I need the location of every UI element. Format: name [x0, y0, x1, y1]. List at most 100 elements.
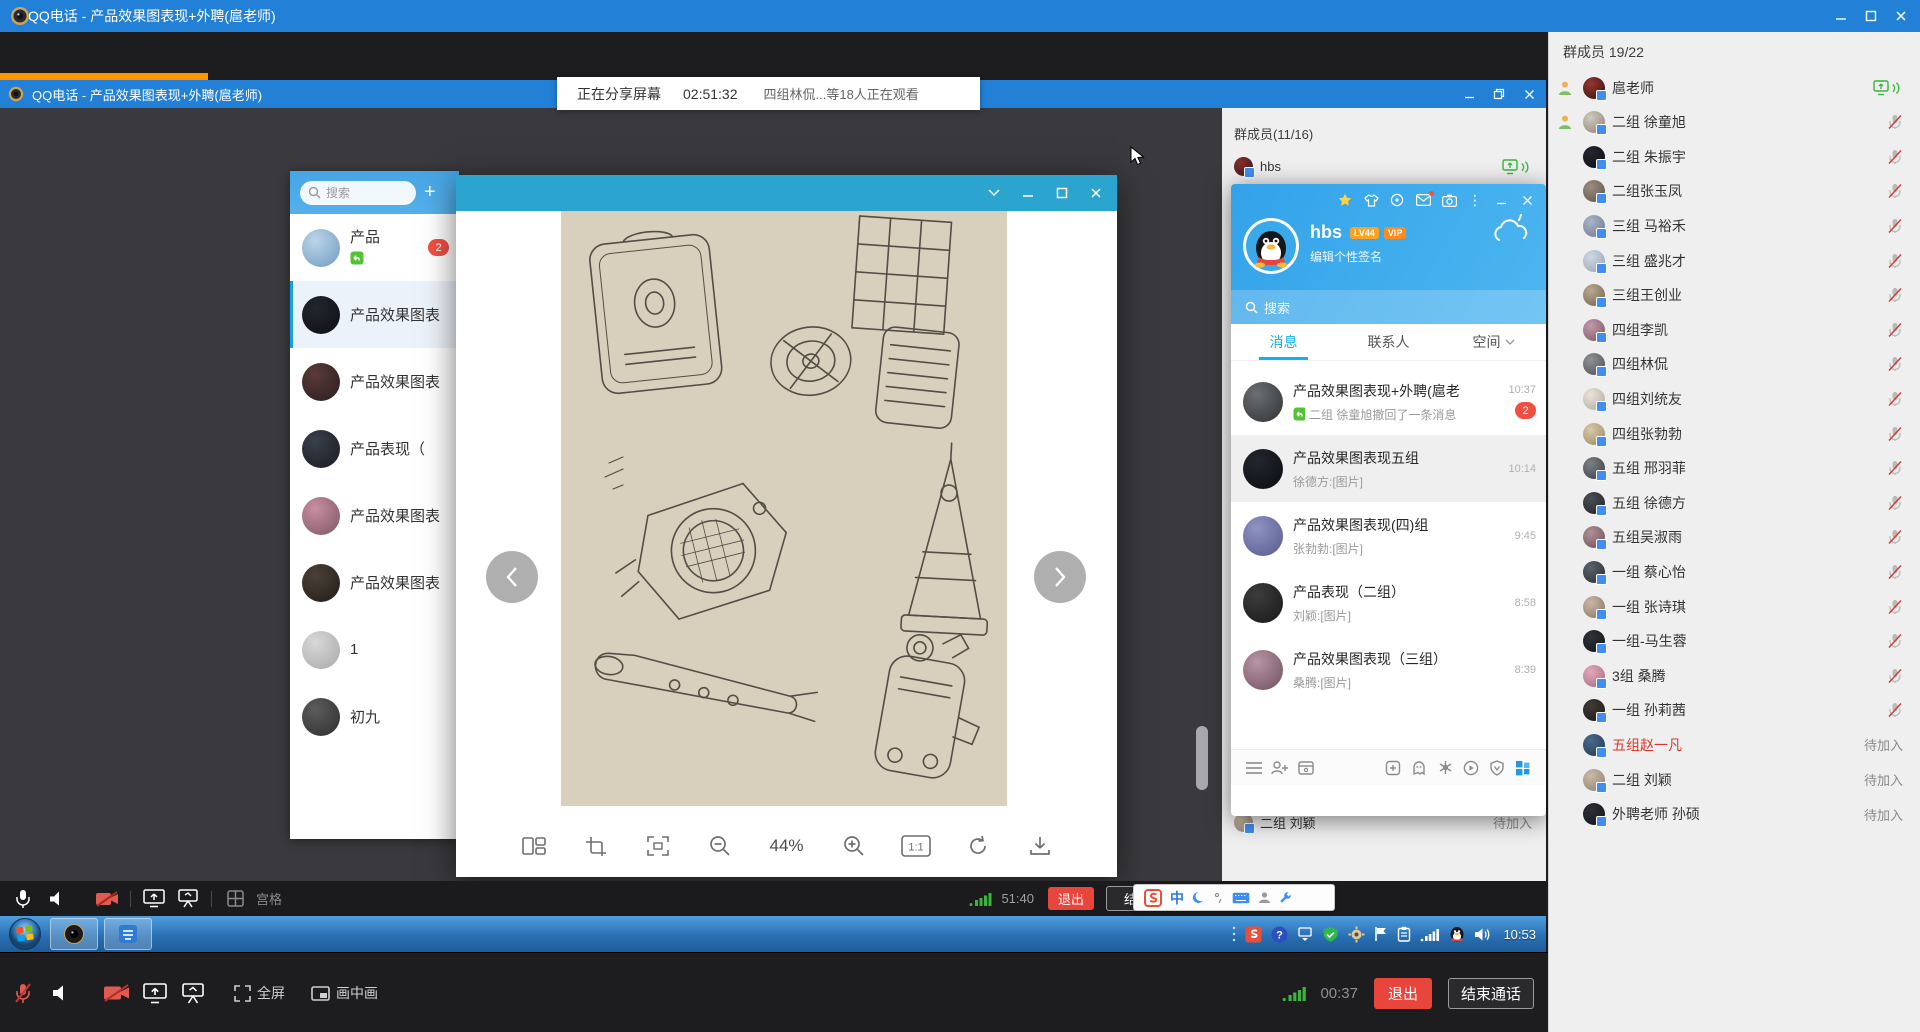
- screenshot-icon[interactable]: [573, 826, 619, 866]
- avatar[interactable]: [1583, 561, 1605, 583]
- avatar[interactable]: [302, 497, 340, 535]
- member-row[interactable]: 外聘老师 孙硕待加入: [1549, 797, 1920, 832]
- avatar[interactable]: [1583, 526, 1605, 548]
- member-row[interactable]: 一组 张诗琪: [1549, 589, 1920, 624]
- member-row[interactable]: 五组吴淑雨: [1549, 520, 1920, 555]
- avatar[interactable]: [302, 229, 340, 267]
- member-row[interactable]: 四组林侃: [1549, 347, 1920, 382]
- tab-messages[interactable]: 消息: [1231, 324, 1336, 360]
- add-friend-icon[interactable]: [1267, 755, 1293, 781]
- tray-volume-icon[interactable]: [1474, 927, 1491, 942]
- member-row[interactable]: 扈老师: [1549, 70, 1920, 105]
- presenter-icon[interactable]: [174, 976, 212, 1010]
- download-icon[interactable]: [1017, 826, 1063, 866]
- inner-exit-button[interactable]: 退出: [1048, 887, 1094, 910]
- camera-off-icon[interactable]: [98, 976, 136, 1010]
- avatar[interactable]: [1583, 699, 1605, 721]
- chat-list-item[interactable]: 产品表现（: [290, 415, 459, 482]
- layout-grid-icon[interactable]: [511, 826, 557, 866]
- avatar[interactable]: [1583, 457, 1605, 479]
- tray-qq-penguin-icon[interactable]: [1449, 926, 1465, 943]
- zoom-in-icon[interactable]: [831, 826, 877, 866]
- start-button[interactable]: [6, 917, 44, 951]
- tray-window-icon[interactable]: [1297, 926, 1313, 943]
- member-row[interactable]: 二组张玉凤: [1549, 174, 1920, 209]
- exit-button[interactable]: 退出: [1374, 978, 1432, 1009]
- member-row[interactable]: 五组赵一凡待加入: [1549, 727, 1920, 762]
- avatar[interactable]: [1234, 157, 1253, 176]
- avatar[interactable]: [1583, 423, 1605, 445]
- restore-button[interactable]: [1484, 83, 1514, 105]
- more-menu-icon[interactable]: ⋮: [1462, 190, 1488, 210]
- minimize-button[interactable]: [1454, 83, 1484, 105]
- avatar[interactable]: [1583, 215, 1605, 237]
- minimize-button[interactable]: [1011, 181, 1045, 205]
- signature-edit[interactable]: 编辑个性签名: [1310, 248, 1382, 265]
- microphone-icon[interactable]: [6, 885, 40, 913]
- avatar[interactable]: [1583, 492, 1605, 514]
- avatar[interactable]: [1583, 388, 1605, 410]
- next-image-button[interactable]: [1034, 551, 1086, 603]
- member-row[interactable]: hbs: [1222, 152, 1546, 181]
- member-row[interactable]: 四组张勃勃: [1549, 416, 1920, 451]
- punctuation-icon[interactable]: [1214, 892, 1224, 904]
- taskbar-app-qq-call[interactable]: [50, 918, 98, 950]
- tab-contacts[interactable]: 联系人: [1336, 324, 1441, 360]
- moon-icon[interactable]: [1192, 891, 1206, 905]
- avatar[interactable]: [1243, 650, 1283, 690]
- avatar[interactable]: [302, 564, 340, 602]
- add-chat-button[interactable]: +: [424, 181, 436, 204]
- avatar[interactable]: [1583, 319, 1605, 341]
- close-button[interactable]: [1079, 181, 1113, 205]
- mail-icon[interactable]: [1410, 190, 1436, 210]
- previous-image-button[interactable]: [486, 551, 538, 603]
- zoom-out-icon[interactable]: [697, 826, 743, 866]
- message-list-item[interactable]: 产品效果图表现(四)组张勃勃:[图片]9:45: [1231, 502, 1546, 569]
- qzone-icon[interactable]: [1384, 190, 1410, 210]
- taskbar-clock[interactable]: 10:53: [1503, 927, 1536, 942]
- member-row[interactable]: 一组-马生蓉: [1549, 624, 1920, 659]
- member-row[interactable]: 四组李凯: [1549, 312, 1920, 347]
- member-row[interactable]: 三组 马裕禾: [1549, 208, 1920, 243]
- actual-size-button[interactable]: 1:1: [893, 826, 939, 866]
- avatar[interactable]: [1583, 630, 1605, 652]
- tray-help-icon[interactable]: ?: [1271, 926, 1288, 943]
- message-list-item[interactable]: 产品效果图表现+外聘(扈老二组 徐童旭撤回了一条消息10:372: [1231, 368, 1546, 435]
- share-screen-icon[interactable]: [137, 885, 171, 913]
- avatar[interactable]: [1583, 250, 1605, 272]
- chevron-down-icon[interactable]: [977, 181, 1011, 205]
- shield-icon[interactable]: [1484, 755, 1510, 781]
- sketch-image[interactable]: [561, 211, 1007, 806]
- avatar[interactable]: [1243, 449, 1283, 489]
- app-grid-icon[interactable]: [1510, 755, 1536, 781]
- speaker-icon[interactable]: [42, 976, 80, 1010]
- chat-list-item[interactable]: 1: [290, 616, 459, 683]
- tab-qzone[interactable]: 空间: [1441, 324, 1546, 360]
- fullscreen-button[interactable]: 全屏: [234, 983, 285, 1003]
- chat-list-item[interactable]: 初九: [290, 683, 459, 750]
- avatar[interactable]: [1583, 596, 1605, 618]
- clothes-icon[interactable]: [1358, 190, 1384, 210]
- avatar[interactable]: [1583, 146, 1605, 168]
- speaker-icon[interactable]: [40, 885, 74, 913]
- qq-nickname[interactable]: hbs: [1310, 222, 1342, 243]
- chat-list-item[interactable]: 产品2: [290, 214, 459, 281]
- wrench-icon[interactable]: [1279, 891, 1292, 904]
- member-row[interactable]: 一组 蔡心怡: [1549, 554, 1920, 589]
- tray-security-shield-icon[interactable]: [1322, 926, 1339, 943]
- member-row[interactable]: 五组 邢羽菲: [1549, 451, 1920, 486]
- avatar[interactable]: [1583, 284, 1605, 306]
- sogou-mode-chinese[interactable]: 中: [1170, 888, 1184, 908]
- rotate-icon[interactable]: [955, 826, 1001, 866]
- pip-button[interactable]: 画中画: [311, 983, 378, 1003]
- avatar[interactable]: [302, 430, 340, 468]
- keyboard-icon[interactable]: [1232, 892, 1250, 904]
- avatar[interactable]: [1583, 734, 1605, 756]
- chat-list-item[interactable]: 产品效果图表: [290, 348, 459, 415]
- avatar[interactable]: [1583, 77, 1605, 99]
- qq-search-input[interactable]: 搜索: [1231, 290, 1546, 324]
- tray-network-signal-icon[interactable]: [1420, 927, 1440, 942]
- end-call-button[interactable]: 结束通话: [1448, 978, 1534, 1009]
- member-row[interactable]: 二组 徐童旭: [1549, 105, 1920, 140]
- chat-list-item[interactable]: 产品效果图表: [290, 549, 459, 616]
